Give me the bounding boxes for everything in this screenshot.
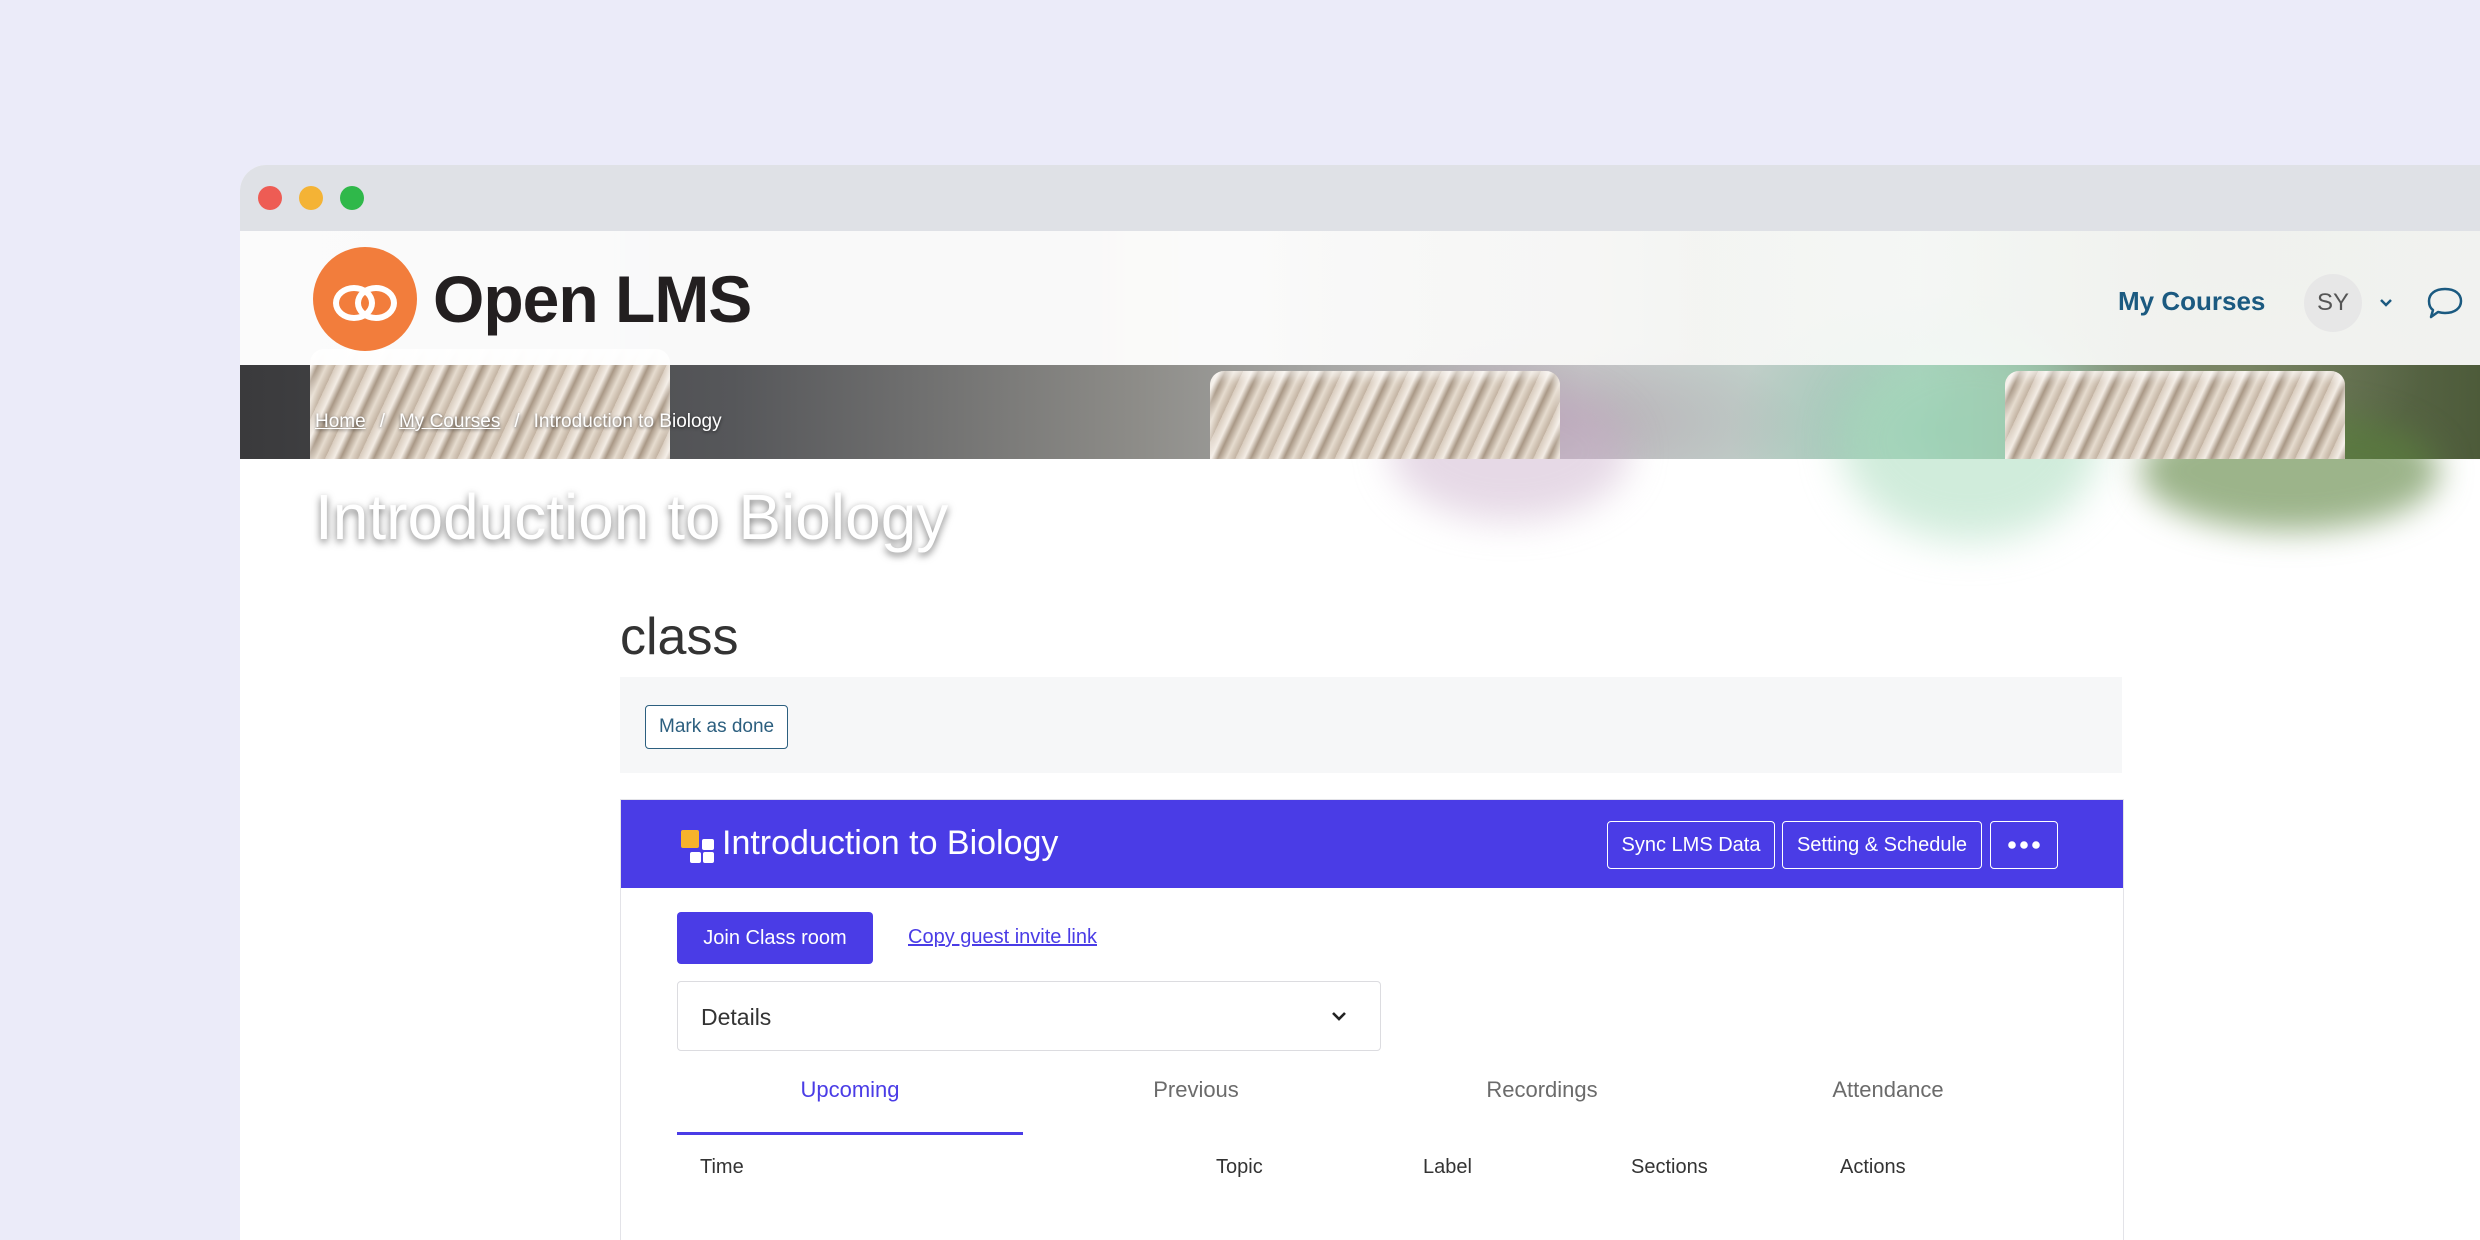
copy-guest-invite-link[interactable]: Copy guest invite link	[908, 926, 1097, 949]
chevron-down-icon[interactable]	[2378, 295, 2394, 311]
mark-as-done-button[interactable]: Mark as done	[645, 705, 789, 749]
class-room-card: Introduction to Biology Sync LMS Data Se…	[620, 799, 2124, 1240]
close-window-button[interactable]	[258, 186, 282, 210]
tab-upcoming[interactable]: Upcoming	[677, 1077, 1023, 1135]
sessions-table-header: Time Topic Label Sections Actions	[677, 1156, 2062, 1196]
details-label: Details	[701, 1004, 772, 1030]
join-class-room-button[interactable]: Join Class room	[677, 912, 873, 964]
maximize-window-button[interactable]	[340, 186, 364, 210]
activity-completion-panel: Mark as done	[620, 677, 2122, 773]
user-avatar[interactable]: SY	[2304, 274, 2362, 332]
tab-attendance[interactable]: Attendance	[1715, 1077, 2061, 1135]
minimize-window-button[interactable]	[299, 186, 323, 210]
column-header-topic: Topic	[1216, 1156, 1263, 1178]
breadcrumb: Home / My Courses / Introduction to Biol…	[315, 411, 722, 433]
course-title: Introduction to Biology	[315, 481, 949, 553]
column-header-time: Time	[700, 1156, 744, 1178]
nav-my-courses[interactable]: My Courses	[2118, 286, 2265, 317]
column-header-sections: Sections	[1631, 1156, 1708, 1178]
details-dropdown[interactable]: Details	[677, 981, 1381, 1051]
column-header-label: Label	[1423, 1156, 1472, 1178]
sync-lms-data-button[interactable]: Sync LMS Data	[1607, 821, 1775, 869]
chevron-down-icon	[1332, 1012, 1346, 1021]
banner-image-object	[1210, 371, 1560, 459]
breadcrumb-home[interactable]: Home	[315, 411, 366, 433]
open-lms-logo[interactable]: Open LMS	[313, 247, 752, 351]
more-options-button[interactable]	[1990, 821, 2058, 869]
card-title: Introduction to Biology	[722, 824, 1059, 862]
logo-text: Open LMS	[433, 262, 752, 336]
logo-icon	[313, 247, 417, 351]
page-heading: class	[620, 608, 739, 666]
card-header: Introduction to Biology Sync LMS Data Se…	[621, 800, 2123, 888]
banner-image-object	[310, 349, 670, 459]
setting-schedule-button[interactable]: Setting & Schedule	[1782, 821, 1982, 869]
breadcrumb-separator: /	[379, 411, 385, 432]
breadcrumb-current: Introduction to Biology	[533, 411, 722, 432]
more-dots-icon	[2008, 841, 2040, 849]
browser-window: Open LMS My Courses SY Home / My Courses…	[240, 165, 2480, 1240]
app-logo-icon	[681, 830, 714, 863]
banner-image-object	[2005, 371, 2345, 459]
chat-icon[interactable]	[2426, 286, 2464, 320]
tab-recordings[interactable]: Recordings	[1369, 1077, 1715, 1135]
breadcrumb-separator: /	[514, 411, 520, 432]
session-tabs: Upcoming Previous Recordings Attendance	[677, 1077, 2062, 1135]
window-titlebar	[240, 165, 2480, 231]
tab-previous[interactable]: Previous	[1023, 1077, 1369, 1135]
column-header-actions: Actions	[1840, 1156, 1906, 1178]
breadcrumb-my-courses[interactable]: My Courses	[399, 411, 500, 433]
